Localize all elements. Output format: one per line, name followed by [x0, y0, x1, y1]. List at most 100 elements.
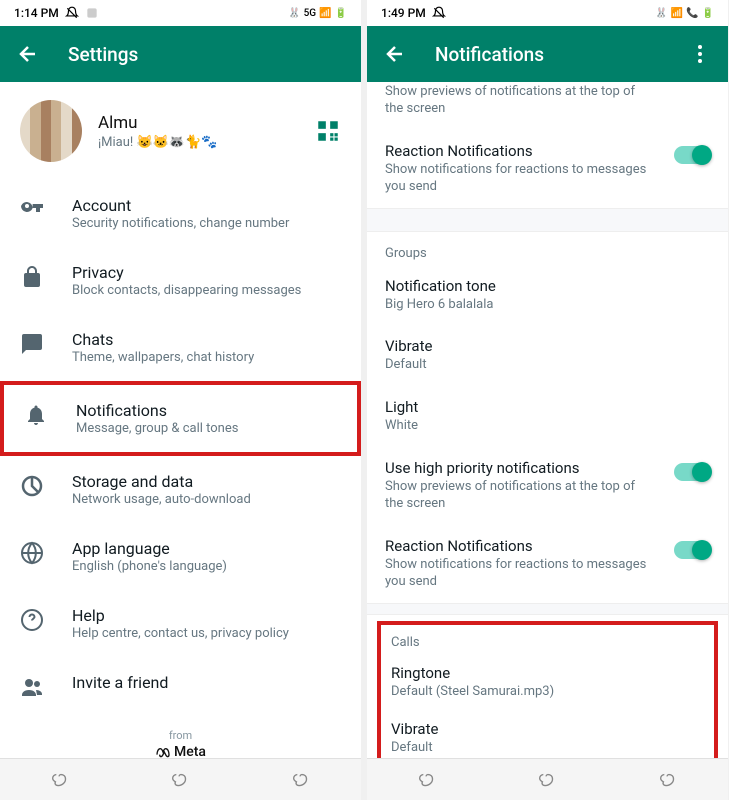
avatar	[20, 100, 82, 162]
section-separator	[367, 603, 728, 615]
back-icon[interactable]	[16, 42, 40, 66]
groups-header: Groups	[367, 232, 728, 265]
toggle-switch[interactable]	[674, 541, 710, 559]
profile-status: ¡Miau! 😺🐱🦝🐈🐾	[98, 135, 315, 150]
status-emoji: 🐰	[655, 8, 667, 19]
invite-item[interactable]: Invite a friend	[0, 657, 361, 715]
network-label: 5G	[304, 8, 317, 19]
item-title: Privacy	[72, 263, 341, 282]
item-title: App language	[72, 539, 341, 558]
item-subtitle: White	[385, 417, 710, 435]
profile-row[interactable]: Almu ¡Miau! 😺🐱🦝🐈🐾	[0, 82, 361, 180]
item-subtitle: Show previews of notifications at the to…	[385, 478, 664, 513]
item-subtitle: Theme, wallpapers, chat history	[72, 350, 341, 365]
toggle-switch[interactable]	[674, 146, 710, 164]
meta-branding: from Meta	[0, 715, 361, 758]
people-icon	[20, 675, 44, 699]
settings-content[interactable]: Almu ¡Miau! 😺🐱🦝🐈🐾 Account Security notif…	[0, 82, 361, 758]
partial-text: Show previews of notifications at the to…	[367, 82, 728, 130]
item-title: Invite a friend	[72, 673, 341, 692]
privacy-item[interactable]: Privacy Block contacts, disappearing mes…	[0, 247, 361, 314]
status-bar: 1:49 PM 🐰 📶 📞 🔋	[367, 0, 728, 26]
account-item[interactable]: Account Security notifications, change n…	[0, 180, 361, 247]
notifications-screen: 1:49 PM 🐰 📶 📞 🔋 Notifications Show previ…	[367, 0, 728, 800]
nav-home-icon[interactable]	[536, 769, 558, 791]
item-subtitle: Big Hero 6 balalala	[385, 296, 710, 314]
back-icon[interactable]	[383, 42, 407, 66]
item-subtitle: English (phone's language)	[72, 559, 341, 574]
app-bar: Settings	[0, 26, 361, 82]
item-subtitle: Block contacts, disappearing messages	[72, 283, 341, 298]
nav-home-icon[interactable]	[169, 769, 191, 791]
signal-icon: 📶	[671, 8, 683, 19]
lock-icon	[20, 265, 44, 289]
nav-recents-icon[interactable]	[49, 769, 71, 791]
status-time: 1:14 PM	[14, 6, 59, 20]
help-icon	[20, 608, 44, 632]
toggle-switch[interactable]	[674, 463, 710, 481]
help-item[interactable]: Help Help centre, contact us, privacy po…	[0, 590, 361, 657]
status-emoji: 🐰	[288, 8, 300, 19]
group-light-item[interactable]: Light White	[367, 386, 728, 447]
status-time: 1:49 PM	[381, 6, 426, 20]
nav-recents-icon[interactable]	[416, 769, 438, 791]
item-subtitle: Default	[385, 356, 710, 374]
profile-name: Almu	[98, 113, 315, 133]
qr-icon[interactable]	[315, 118, 341, 144]
item-title: Storage and data	[72, 472, 341, 491]
meta-icon	[155, 744, 171, 758]
item-title: Use high priority notifications	[385, 459, 664, 477]
volte-icon: 📞	[686, 8, 698, 19]
item-subtitle: Security notifications, change number	[72, 216, 341, 231]
globe-icon	[20, 541, 44, 565]
calls-vibrate-item[interactable]: Vibrate Default	[381, 710, 714, 758]
system-nav-bar	[0, 758, 361, 800]
dnd-icon	[65, 6, 79, 20]
item-title: Notifications	[76, 401, 337, 420]
group-tone-item[interactable]: Notification tone Big Hero 6 balalala	[367, 265, 728, 326]
group-vibrate-item[interactable]: Vibrate Default	[367, 325, 728, 386]
battery-icon: 🔋	[702, 8, 714, 19]
item-title: Ringtone	[391, 664, 704, 682]
item-subtitle: Network usage, auto-download	[72, 492, 341, 507]
settings-screen: 1:14 PM 🐰 5G 📶 🔋 Settings Almu	[0, 0, 361, 800]
section-separator	[367, 208, 728, 232]
item-title: Vibrate	[391, 720, 704, 738]
page-title: Notifications	[435, 43, 544, 66]
group-reaction-item[interactable]: Reaction Notifications Show notification…	[367, 525, 728, 603]
reaction-notifications-item[interactable]: Reaction Notifications Show notification…	[367, 130, 728, 208]
item-title: Account	[72, 196, 341, 215]
item-subtitle: Show notifications for reactions to mess…	[385, 161, 664, 196]
group-highprio-item[interactable]: Use high priority notifications Show pre…	[367, 447, 728, 525]
notifications-content[interactable]: Show previews of notifications at the to…	[367, 82, 728, 758]
chat-icon	[20, 332, 44, 356]
dnd-icon	[432, 6, 446, 20]
notifications-item[interactable]: Notifications Message, group & call tone…	[4, 385, 357, 452]
system-nav-bar	[367, 758, 728, 800]
nav-back-icon[interactable]	[657, 769, 679, 791]
app-icon	[85, 6, 99, 20]
bell-icon	[24, 403, 48, 427]
item-title: Notification tone	[385, 277, 710, 295]
item-subtitle: Help centre, contact us, privacy policy	[72, 626, 341, 641]
item-subtitle: Default (Steel Samurai.mp3)	[391, 683, 704, 701]
item-title: Reaction Notifications	[385, 537, 664, 555]
highlight-notifications: Notifications Message, group & call tone…	[0, 381, 361, 456]
key-icon	[20, 198, 44, 222]
app-bar: Notifications	[367, 26, 728, 82]
nav-back-icon[interactable]	[290, 769, 312, 791]
item-title: Vibrate	[385, 337, 710, 355]
meta-text: Meta	[174, 744, 206, 758]
more-icon[interactable]	[688, 42, 712, 66]
item-subtitle: Show notifications for reactions to mess…	[385, 556, 664, 591]
chats-item[interactable]: Chats Theme, wallpapers, chat history	[0, 314, 361, 381]
page-title: Settings	[68, 43, 138, 66]
from-label: from	[0, 729, 361, 742]
storage-item[interactable]: Storage and data Network usage, auto-dow…	[0, 456, 361, 523]
language-item[interactable]: App language English (phone's language)	[0, 523, 361, 590]
calls-header: Calls	[381, 625, 714, 654]
calls-ringtone-item[interactable]: Ringtone Default (Steel Samurai.mp3)	[381, 654, 714, 711]
status-bar: 1:14 PM 🐰 5G 📶 🔋	[0, 0, 361, 26]
item-title: Reaction Notifications	[385, 142, 664, 160]
item-title: Light	[385, 398, 710, 416]
